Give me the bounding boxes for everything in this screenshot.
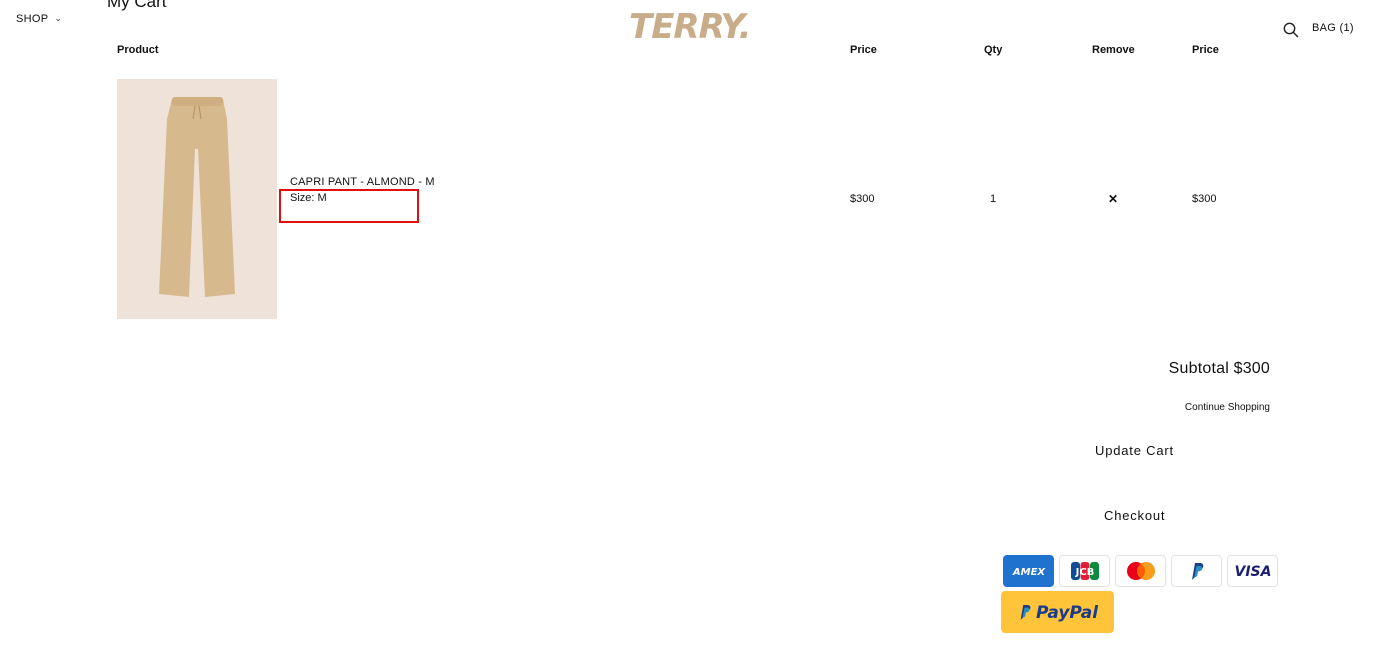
highlight-box (279, 189, 419, 223)
item-price: $300 (850, 193, 875, 205)
paypal-logo-icon (1020, 605, 1030, 620)
header-remove: Remove (1092, 44, 1135, 56)
header-qty: Qty (984, 44, 1003, 56)
amex-icon: AMEX (1003, 555, 1054, 587)
shop-menu-label: SHOP (16, 13, 49, 25)
bag-link[interactable]: BAG (1) (1312, 22, 1354, 34)
paypal-checkout-button[interactable]: PayPal (1001, 591, 1114, 633)
chevron-down-icon: ⌄ (54, 12, 63, 23)
paypal-button-text: PayPal (1036, 603, 1098, 623)
search-icon[interactable] (1282, 21, 1300, 39)
header-product: Product (117, 44, 159, 56)
update-cart-button[interactable]: Update Cart (1095, 443, 1174, 458)
header-price: Price (850, 44, 877, 56)
jcb-icon: JCB (1059, 555, 1110, 587)
amex-text: AMEX (1011, 567, 1046, 578)
page-title: My Cart (107, 0, 167, 11)
continue-shopping-link[interactable]: Continue Shopping (1185, 402, 1270, 413)
visa-icon: VISA (1227, 555, 1278, 587)
checkout-button[interactable]: Checkout (1104, 508, 1165, 523)
product-name[interactable]: CAPRI PANT - ALMOND - M (290, 176, 435, 188)
visa-text: VISA (1234, 564, 1271, 579)
header-total-price: Price (1192, 44, 1219, 56)
product-image[interactable] (117, 79, 277, 319)
shop-menu[interactable]: SHOP ⌄ (16, 12, 63, 26)
brand-logo[interactable]: TERRY. (629, 7, 752, 47)
item-quantity[interactable]: 1 (990, 193, 996, 205)
item-total-price: $300 (1192, 193, 1217, 205)
remove-item-icon[interactable]: ✕ (1108, 192, 1118, 206)
jcb-text: JCB (1074, 567, 1094, 578)
payment-methods: AMEX JCB VISA (1003, 555, 1278, 587)
paypal-icon (1171, 555, 1222, 587)
subtotal: Subtotal $300 (1168, 360, 1270, 377)
mastercard-icon (1115, 555, 1166, 587)
